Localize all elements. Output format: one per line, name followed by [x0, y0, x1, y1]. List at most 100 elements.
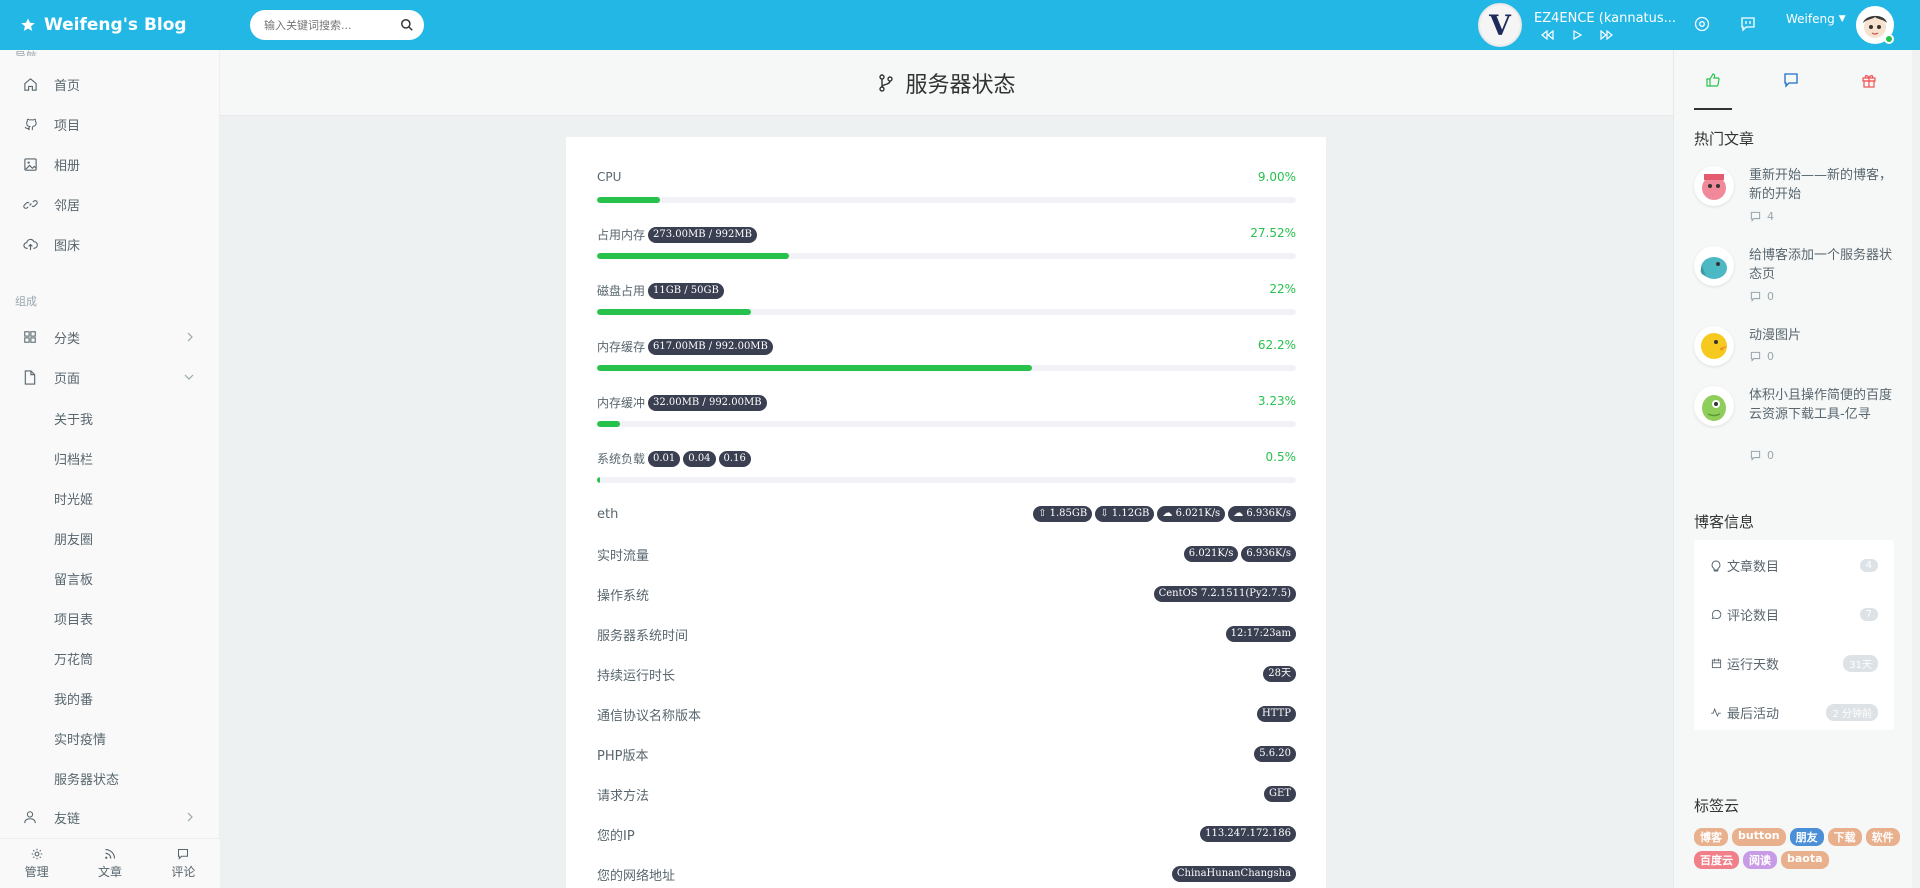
row-label: 您的IP	[597, 828, 635, 844]
info-running-days: 运行天数 31天	[1710, 654, 1878, 673]
next-track-icon[interactable]	[1600, 29, 1614, 40]
tag[interactable]: 软件	[1865, 828, 1900, 846]
brand-logo[interactable]: Weifeng's Blog	[0, 15, 220, 35]
comment-icon	[1783, 72, 1799, 88]
sub-page-epidemic[interactable]: 实时疫情	[54, 729, 106, 748]
tag[interactable]: 百度云	[1694, 851, 1739, 869]
sidebar-item-pages[interactable]: 页面	[0, 357, 220, 397]
info-row-realtime-traffic: 实时流量 6.021K/s 6.936K/s	[597, 542, 1296, 566]
chevron-right-icon	[186, 812, 194, 822]
row-value: 5.6.20	[1254, 746, 1296, 762]
rss-icon	[104, 848, 116, 860]
sidebar-item-album[interactable]: 相册	[0, 144, 220, 184]
progress-fill	[597, 197, 660, 203]
post-title[interactable]: 体积小且操作简便的百度云资源下载工具-亿寻	[1749, 386, 1894, 424]
online-status-dot	[1884, 34, 1894, 44]
sidebar-item-projects[interactable]: 项目	[0, 104, 220, 144]
info-row-eth: eth ⇧ 1.85GB ⇩ 1.12GB ☁ 6.021K/s ☁ 6.936…	[597, 502, 1296, 526]
tag[interactable]: 阅读	[1743, 851, 1777, 869]
sub-page-my-anime[interactable]: 我的番	[54, 689, 93, 708]
stat-label: CPU	[597, 170, 622, 184]
stat-badge: 0.01	[648, 450, 681, 467]
file-icon	[22, 369, 38, 385]
play-icon[interactable]	[1572, 29, 1582, 40]
gear-icon	[31, 848, 43, 860]
stat-percent: 3.23%	[1257, 394, 1296, 408]
post-title[interactable]: 动漫图片	[1749, 326, 1894, 345]
stat-percent: 0.5%	[1265, 450, 1297, 464]
page-header: 服务器状态	[220, 50, 1673, 116]
info-row-network-location: 您的网络地址 ChinaHunanChangsha	[597, 862, 1296, 886]
sidebar-item-friend-links[interactable]: 友链	[0, 797, 220, 837]
row-label: 持续运行时长	[597, 668, 676, 684]
link-icon	[22, 197, 38, 212]
tab-gift[interactable]	[1830, 50, 1908, 110]
github-icon	[22, 117, 38, 132]
stat-cpu: CPU 9.00%	[597, 170, 1296, 184]
page-title: 服务器状态	[905, 72, 1016, 98]
sub-page-friends-circle[interactable]: 朋友圈	[54, 529, 93, 548]
tag[interactable]: button	[1732, 828, 1786, 846]
message-icon[interactable]	[1740, 16, 1756, 32]
image-icon	[22, 157, 38, 172]
row-label: 操作系统	[597, 588, 650, 604]
branch-icon	[877, 73, 895, 93]
progress-fill	[597, 365, 1032, 371]
info-value: 2 分钟前	[1826, 704, 1878, 721]
search-icon[interactable]	[400, 18, 414, 32]
manage-button[interactable]: 管理	[0, 839, 73, 888]
sub-page-guestbook[interactable]: 留言板	[54, 569, 93, 588]
right-aside: 热门文章 重新开始——新的博客，新的开始 4 给博客添加一个服务器状态页 0 动…	[1673, 50, 1920, 888]
stat-percent: 22%	[1269, 282, 1296, 296]
sub-page-timeline[interactable]: 时光姬	[54, 489, 93, 508]
tag[interactable]: 朋友	[1789, 828, 1824, 846]
sidebar-item-categories[interactable]: 分类	[0, 317, 220, 357]
search-input[interactable]	[264, 18, 384, 32]
tag[interactable]: 下载	[1827, 828, 1862, 846]
thumbs-up-icon	[1705, 72, 1721, 88]
post-thumbnail	[1694, 246, 1734, 286]
tab-comments[interactable]	[1752, 50, 1830, 110]
stat-badge: 0.04	[683, 450, 716, 467]
post-thumbnail	[1694, 386, 1734, 426]
info-row-uptime: 持续运行时长 28天	[597, 662, 1296, 686]
page-scrollbar[interactable]	[1912, 50, 1920, 888]
comments-button[interactable]: 评论	[147, 839, 220, 888]
sidebar-item-home[interactable]: 首页	[0, 64, 220, 104]
sub-page-about[interactable]: 关于我	[54, 409, 93, 428]
tag[interactable]: baota	[1781, 851, 1829, 869]
post-thumbnail	[1694, 326, 1734, 366]
sub-page-archive[interactable]: 归档栏	[54, 449, 93, 468]
comment-icon	[1710, 609, 1722, 620]
sub-page-kaleidoscope[interactable]: 万花筒	[54, 649, 93, 668]
sub-page-project-list[interactable]: 项目表	[54, 609, 93, 628]
target-icon[interactable]	[1694, 16, 1710, 32]
stat-percent: 62.2%	[1257, 338, 1296, 352]
tag[interactable]: 博客	[1694, 828, 1728, 846]
post-comment-count: 0	[1750, 290, 1774, 303]
post-title[interactable]: 给博客添加一个服务器状态页	[1749, 246, 1894, 284]
sidebar-item-neighbors[interactable]: 邻居	[0, 184, 220, 224]
articles-button[interactable]: 文章	[73, 839, 146, 888]
blog-info-title: 博客信息	[1694, 513, 1755, 531]
info-value: 7	[1859, 608, 1878, 621]
progress-bar	[597, 197, 1296, 203]
tab-popular[interactable]	[1674, 50, 1752, 110]
hot-posts-title: 热门文章	[1694, 130, 1755, 148]
post-thumbnail	[1694, 166, 1734, 206]
info-row-ip: 您的IP 113.247.172.186	[597, 822, 1296, 846]
progress-fill	[597, 309, 751, 315]
row-label: 服务器系统时间	[597, 628, 689, 644]
user-menu[interactable]: Weifeng ▼	[1786, 12, 1846, 26]
row-value: GET	[1264, 786, 1296, 802]
row-label: eth	[597, 506, 619, 522]
sidebar-item-image-host[interactable]: 图床	[0, 224, 220, 264]
post-title[interactable]: 重新开始——新的博客，新的开始	[1749, 166, 1894, 204]
row-value: 113.247.172.186	[1200, 826, 1296, 842]
album-cover[interactable]: V	[1478, 3, 1522, 47]
sub-page-server-status[interactable]: 服务器状态	[54, 769, 119, 788]
previous-track-icon[interactable]	[1540, 29, 1554, 40]
info-row-php-version: PHP版本 5.6.20	[597, 742, 1296, 766]
stat-badge: ⇩ 1.12GB	[1095, 506, 1155, 522]
upload-cloud-icon	[22, 237, 38, 252]
